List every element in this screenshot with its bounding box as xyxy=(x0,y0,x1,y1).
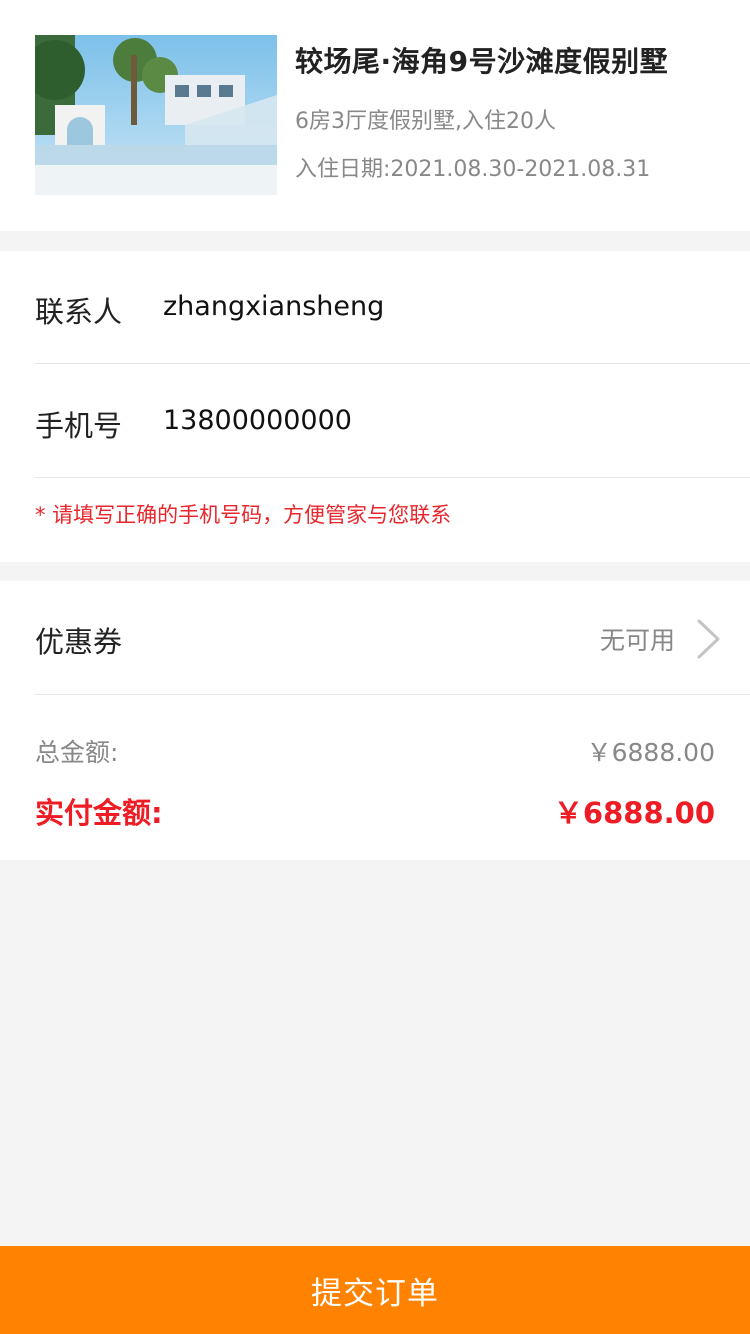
coupon-label: 优惠券 xyxy=(35,625,123,659)
total-amount-label: 总金额: xyxy=(35,738,119,767)
total-amount-value: ￥6888.00 xyxy=(586,738,715,767)
phone-hint: * 请填写正确的手机号码，方便管家与您联系 xyxy=(35,503,452,527)
paid-amount-label: 实付金额: xyxy=(35,796,163,830)
phone-label: 手机号 xyxy=(35,409,123,443)
property-title: 较场尾·海角9号沙滩度假别墅 xyxy=(295,45,669,78)
chevron-right-icon xyxy=(697,619,720,659)
property-photo xyxy=(35,35,277,195)
contact-card: 联系人 手机号 * 请填写正确的手机号码，方便管家与您联系 xyxy=(0,251,750,562)
stay-dates: 入住日期:2021.08.30-2021.08.31 xyxy=(295,157,651,182)
submit-order-button[interactable]: 提交订单 xyxy=(0,1246,750,1334)
divider xyxy=(35,363,750,364)
payment-card: 优惠券 无可用 总金额: ￥6888.00 实付金额: ￥6888.00 xyxy=(0,581,750,860)
coupon-value: 无可用 xyxy=(599,626,675,655)
phone-input[interactable] xyxy=(163,405,703,436)
divider xyxy=(35,477,750,478)
coupon-row[interactable]: 优惠券 无可用 xyxy=(0,581,750,694)
contact-name-input[interactable] xyxy=(163,291,703,322)
paid-amount-value: ￥6888.00 xyxy=(553,796,715,830)
divider xyxy=(35,694,750,695)
contact-name-label: 联系人 xyxy=(35,295,123,329)
property-description: 6房3厅度假别墅,入住20人 xyxy=(295,109,556,134)
property-card: 较场尾·海角9号沙滩度假别墅 6房3厅度假别墅,入住20人 入住日期:2021.… xyxy=(0,0,750,231)
